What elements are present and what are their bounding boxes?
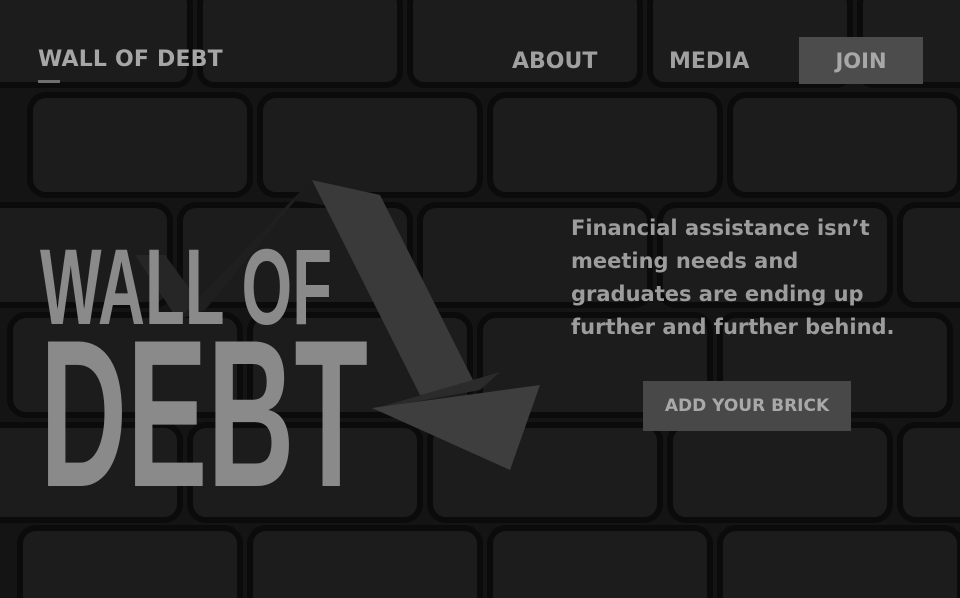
join-button[interactable]: JOIN [799,37,923,84]
logo-underline [38,80,60,83]
site-logo[interactable]: WALL OF DEBT [38,47,223,72]
tagline-line: Financial assistance isn’t [571,216,870,240]
join-button-label: JOIN [835,48,887,73]
hero-title-line2-text: DEBT [40,296,368,531]
hero-title-line2: DEBT [40,296,368,531]
add-your-brick-label: ADD YOUR BRICK [664,396,830,416]
add-your-brick-button[interactable]: ADD YOUR BRICK [643,381,851,431]
tagline-line: meeting needs and [571,249,799,273]
hero-tagline: Financial assistance isn’t meeting needs… [571,212,931,344]
nav-link-media[interactable]: MEDIA [669,49,749,74]
nav-link-about[interactable]: ABOUT [512,49,597,74]
tagline-line: graduates are ending up [571,282,864,306]
tagline-line: further and further behind. [571,315,895,339]
